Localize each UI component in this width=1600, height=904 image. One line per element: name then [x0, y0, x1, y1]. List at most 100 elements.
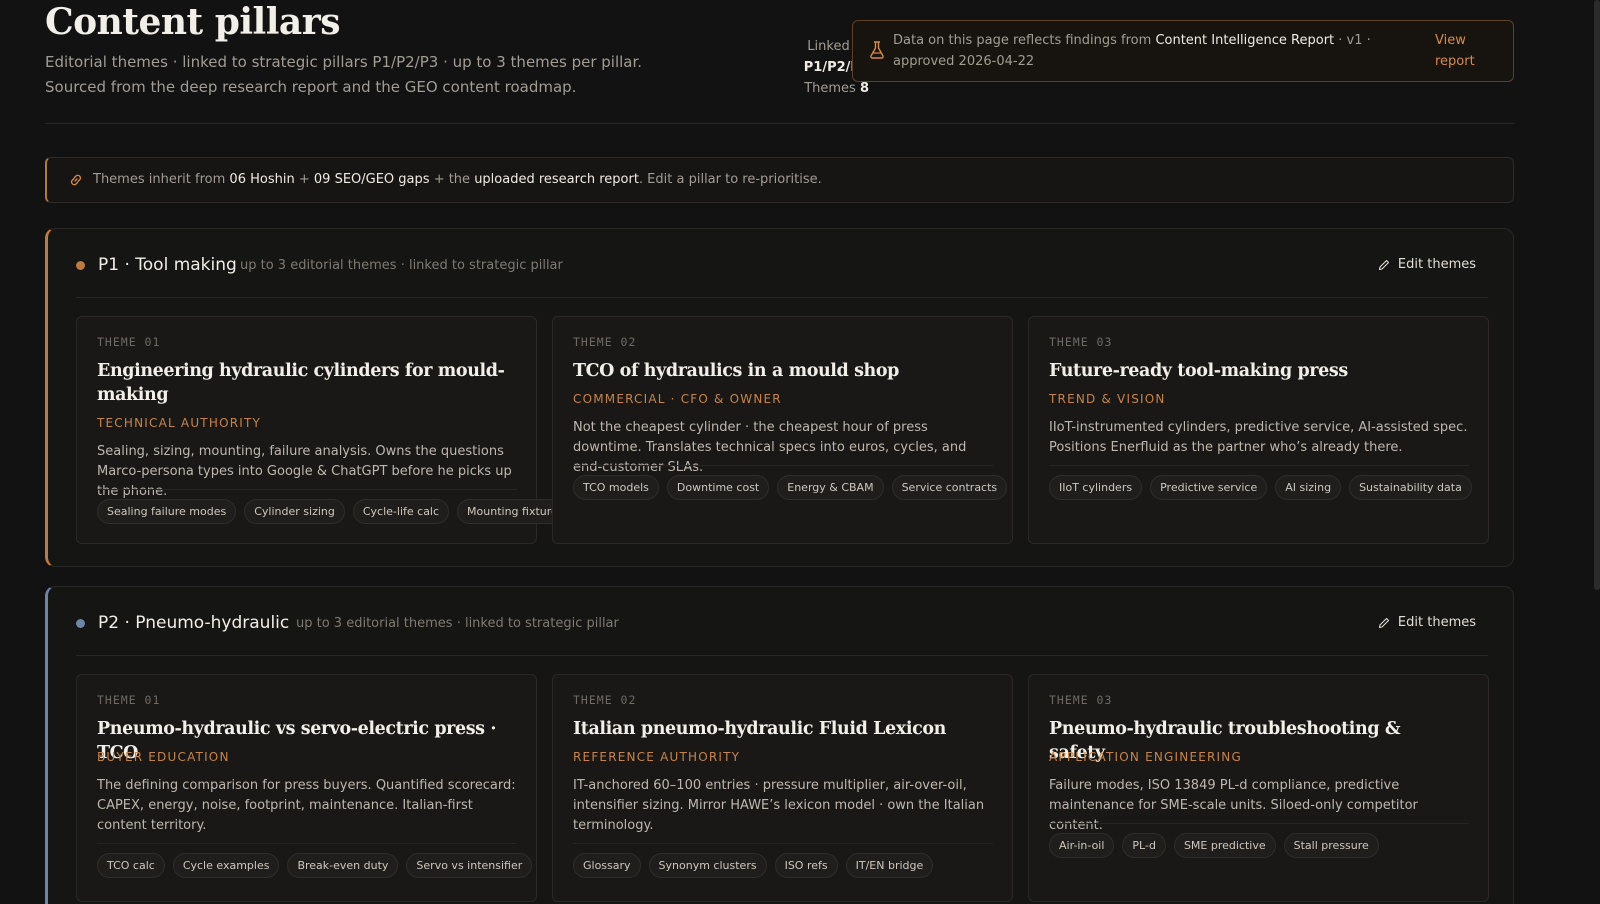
theme-card[interactable]: THEME 02 Italian pneumo-hydraulic Fluid … — [552, 674, 1013, 902]
topic-chip[interactable]: Predictive service — [1150, 475, 1268, 500]
topic-chip[interactable]: Glossary — [573, 853, 641, 878]
theme-card[interactable]: THEME 01 Pneumo-hydraulic vs servo-elect… — [76, 674, 537, 902]
view-report-link[interactable]: View report — [1435, 30, 1495, 72]
theme-tag: TECHNICAL AUTHORITY — [97, 416, 262, 430]
chip-list: Sealing failure modes Cylinder sizing Cy… — [97, 499, 574, 524]
pillar-divider — [76, 655, 1488, 656]
theme-description: Sealing, sizing, mounting, failure analy… — [97, 444, 512, 499]
pillar-hint: up to 3 editorial themes · linked to str… — [240, 258, 563, 273]
theme-title: Engineering hydraulic cylinders for moul… — [97, 361, 505, 405]
topic-chip[interactable]: Energy & CBAM — [777, 475, 884, 500]
inherit-prefix: Themes inherit from — [93, 172, 226, 187]
pillar-hint: up to 3 editorial themes · linked to str… — [296, 616, 619, 631]
theme-number: THEME 03 — [1049, 335, 1113, 349]
theme-tag: COMMERCIAL · CFO & OWNER — [573, 392, 782, 406]
pillar-header: P2 · Pneumo-hydraulic up to 3 editorial … — [48, 587, 1513, 657]
linked-label: Linked — [807, 39, 850, 54]
pencil-icon — [1378, 617, 1389, 629]
edit-themes-button[interactable]: Edit themes — [1378, 613, 1476, 633]
theme-description: The defining comparison for press buyers… — [97, 778, 516, 833]
card-divider — [97, 843, 517, 844]
topic-chip[interactable]: SME predictive — [1173, 833, 1276, 858]
card-divider — [1049, 465, 1469, 466]
page-scrollbar[interactable] — [1594, 0, 1600, 590]
topic-chip[interactable]: Air-in-oil — [1049, 833, 1115, 858]
topic-chip[interactable]: Synonym clusters — [648, 853, 767, 878]
pillar-header: P1 · Tool making up to 3 editorial theme… — [48, 229, 1513, 299]
pillar-dot — [76, 261, 85, 270]
topic-chip[interactable]: PL-d — [1122, 833, 1166, 858]
topic-chip[interactable]: Service contracts — [891, 475, 1008, 500]
pillar-dot — [76, 619, 85, 628]
header-divider — [45, 123, 1514, 124]
topic-chip[interactable]: Sealing failure modes — [97, 499, 237, 524]
topic-chip[interactable]: TCO calc — [97, 853, 165, 878]
page-subtitle: Editorial themes · linked to strategic p… — [45, 53, 643, 96]
linked-pillars: P1/P2/P3 — [745, 57, 869, 78]
topic-chip[interactable]: Break-even duty — [287, 853, 399, 878]
card-divider — [573, 465, 993, 466]
topic-chip[interactable]: IIoT cylinders — [1049, 475, 1143, 500]
themes-line: Themes 8 — [745, 78, 869, 99]
topic-chip[interactable]: Cycle examples — [172, 853, 280, 878]
page-title: Content pillars — [45, 1, 340, 43]
theme-card[interactable]: THEME 01 Engineering hydraulic cylinders… — [76, 316, 574, 544]
topic-chip[interactable]: ISO refs — [774, 853, 838, 878]
theme-description: Failure modes, ISO 13849 PL-d compliance… — [1049, 778, 1418, 833]
inherit-source-hoshin: 06 Hoshin — [229, 172, 295, 187]
card-divider — [1049, 823, 1469, 824]
report-prefix: Data on this page reflects findings from — [893, 33, 1152, 48]
report-name: Content Intelligence Report — [1155, 33, 1335, 48]
theme-number: THEME 01 — [97, 693, 161, 707]
topic-chip[interactable]: Sustainability data — [1349, 475, 1472, 500]
theme-number: THEME 03 — [1049, 693, 1113, 707]
topic-chip[interactable]: Cylinder sizing — [244, 499, 345, 524]
theme-description: IT-anchored 60–100 entries · pressure mu… — [573, 778, 985, 833]
pillar-divider — [76, 297, 1488, 298]
inherit-source-seo: 09 SEO/GEO gaps — [313, 172, 430, 187]
chip-list: Glossary Synonym clusters ISO refs IT/EN… — [573, 853, 1003, 878]
themes-label: Themes — [804, 81, 856, 96]
topic-chip[interactable]: AI sizing — [1275, 475, 1342, 500]
theme-description: Not the cheapest cylinder · the cheapest… — [573, 420, 967, 475]
theme-tag: APPLICATION ENGINEERING — [1049, 750, 1242, 764]
topic-chip[interactable]: Servo vs intensifier — [406, 853, 533, 878]
theme-card[interactable]: THEME 03 Future-ready tool-making press … — [1028, 316, 1489, 544]
flask-icon — [870, 41, 884, 59]
pillar-p1: P1 · Tool making up to 3 editorial theme… — [45, 228, 1514, 567]
theme-number: THEME 02 — [573, 335, 637, 349]
theme-tag: REFERENCE AUTHORITY — [573, 750, 741, 764]
theme-description: IIoT-instrumented cylinders, predictive … — [1049, 420, 1468, 455]
link-icon — [70, 174, 82, 186]
topic-chip[interactable]: Downtime cost — [666, 475, 770, 500]
topic-chip[interactable]: Cycle-life calc — [352, 499, 450, 524]
theme-number: THEME 01 — [97, 335, 161, 349]
theme-title: Italian pneumo-hydraulic Fluid Lexicon — [573, 719, 946, 739]
inherit-source-report: uploaded research report — [474, 172, 639, 187]
report-banner-text: Data on this page reflects findings from… — [893, 30, 1393, 72]
chip-list: IIoT cylinders Predictive service AI siz… — [1049, 475, 1479, 500]
chip-list: TCO models Downtime cost Energy & CBAM S… — [573, 475, 1008, 500]
theme-card[interactable]: THEME 03 Pneumo-hydraulic troubleshootin… — [1028, 674, 1489, 902]
inherit-plus: + — [298, 172, 310, 187]
content-pillars-page: Content pillars Editorial themes · linke… — [0, 0, 1600, 904]
linked-line: Linked to — [745, 36, 869, 57]
card-divider — [573, 843, 993, 844]
edit-themes-label: Edit themes — [1397, 615, 1476, 630]
chip-list: Air-in-oil PL-d SME predictive Stall pre… — [1049, 833, 1479, 858]
inherit-plus-the: + the — [433, 172, 471, 187]
theme-tag: BUYER EDUCATION — [97, 750, 230, 764]
edit-themes-button[interactable]: Edit themes — [1378, 255, 1476, 275]
pillar-p2: P2 · Pneumo-hydraulic up to 3 editorial … — [45, 586, 1514, 904]
pillar-name: P1 · Tool making — [98, 255, 237, 275]
theme-title: TCO of hydraulics in a mould shop — [573, 361, 899, 381]
topic-chip[interactable]: IT/EN bridge — [845, 853, 934, 878]
inherit-banner: Themes inherit from 06 Hoshin + 09 SEO/G… — [45, 157, 1514, 203]
theme-title: Future-ready tool-making press — [1049, 361, 1348, 381]
topic-chip[interactable]: TCO models — [573, 475, 659, 500]
topic-chip[interactable]: Stall pressure — [1283, 833, 1379, 858]
pillar-name: P2 · Pneumo-hydraulic — [98, 613, 290, 633]
pencil-icon — [1378, 259, 1389, 271]
theme-card[interactable]: THEME 02 TCO of hydraulics in a mould sh… — [552, 316, 1013, 544]
linked-summary: Linked to P1/P2/P3 Themes 8 — [745, 36, 869, 99]
